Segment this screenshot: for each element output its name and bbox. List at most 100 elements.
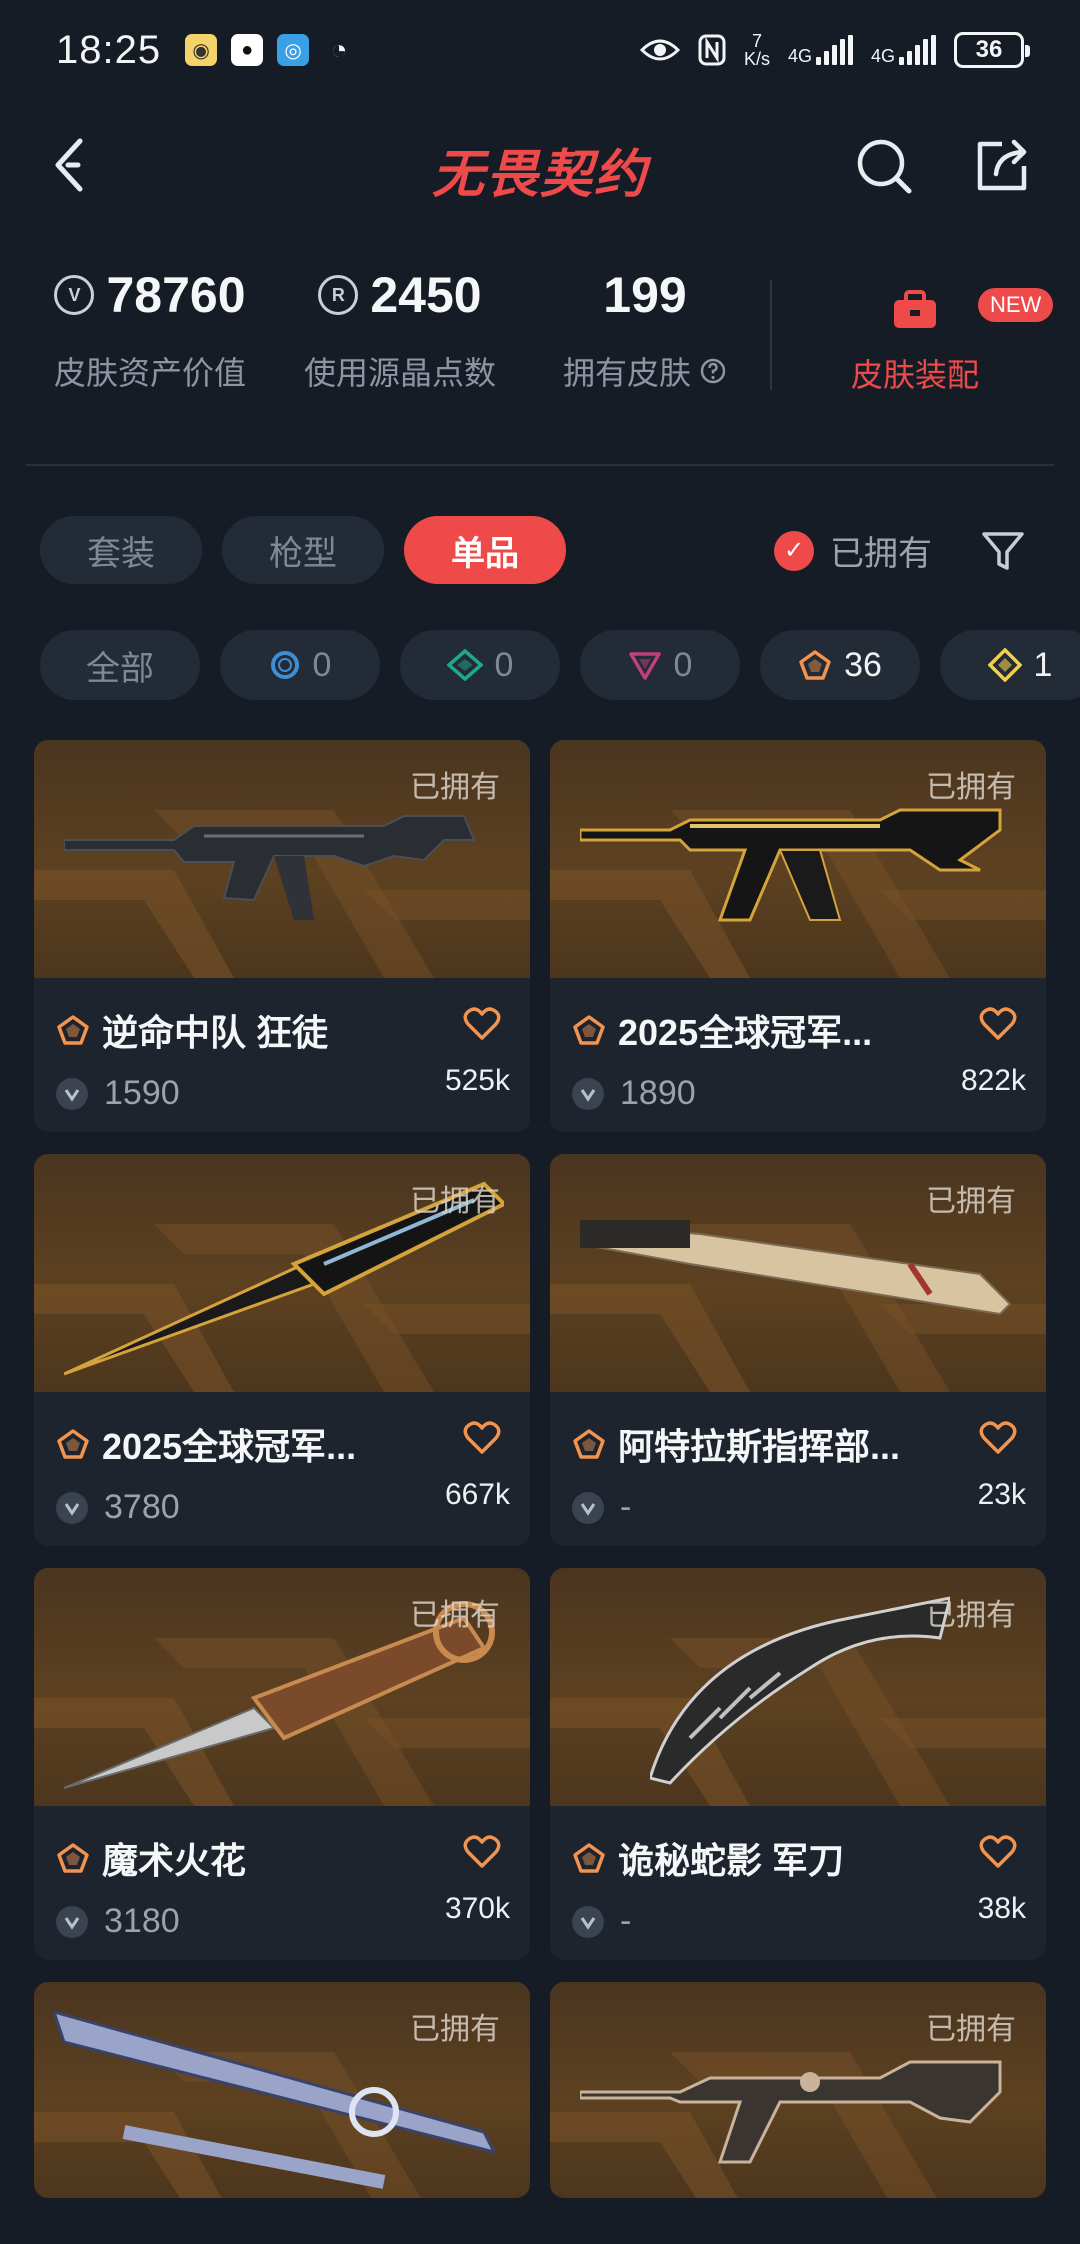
app-notification-icon: ◉	[185, 34, 218, 66]
exclusive-tier-icon	[573, 1429, 605, 1459]
valorant-points-icon: V	[54, 275, 95, 315]
heart-icon[interactable]	[978, 1004, 1018, 1044]
help-icon[interactable]	[699, 357, 727, 385]
skin-card[interactable]: 已拥有 逆命中队 狂徒 1590 525k	[34, 740, 530, 1132]
heart-icon[interactable]	[978, 1832, 1018, 1872]
tab-single-items[interactable]: 单品	[404, 516, 566, 584]
skin-name: 2025全球冠军...	[102, 1426, 357, 1467]
signal-bars-icon	[899, 35, 936, 65]
skin-card[interactable]: 已拥有 诡秘蛇影 军刀 - 38k	[550, 1568, 1046, 1960]
owned-filter-toggle[interactable]: ✓ 已拥有	[774, 526, 932, 575]
skin-card[interactable]: 已拥有 魔术火花 3180 370k	[34, 1568, 530, 1960]
skin-price: -	[572, 1488, 631, 1527]
skin-card[interactable]: 已拥有 2025全球冠军... 3780 667k	[34, 1154, 530, 1546]
premium-tier-icon	[628, 652, 661, 680]
like-count: 525k	[444, 1064, 510, 1097]
status-right: 7 K/s 4G 4G 36	[639, 31, 1030, 69]
skin-image: 已拥有	[34, 740, 530, 978]
net-speed: 7 K/s	[743, 31, 770, 69]
exclusive-tier-icon	[573, 1015, 605, 1045]
section-divider	[26, 464, 1054, 466]
speed-gauge-icon: ◔	[330, 34, 348, 65]
owned-tag: 已拥有	[410, 1599, 500, 1632]
skin-card[interactable]: 已拥有	[34, 1982, 530, 2198]
skin-card[interactable]: 已拥有	[550, 1982, 1046, 2198]
skin-price: 3180	[56, 1902, 180, 1941]
category-tabs: 套装 枪型 单品	[40, 516, 566, 584]
skin-name: 阿特拉斯指挥部...	[618, 1426, 901, 1467]
tab-bundles[interactable]: 套装	[40, 516, 202, 584]
heart-icon[interactable]	[462, 1418, 502, 1458]
exclusive-tier-icon	[57, 1429, 89, 1459]
filter-icon	[982, 532, 1024, 570]
chip-premium-tier[interactable]: 0	[580, 630, 740, 700]
valorant-points-icon	[56, 1491, 88, 1524]
chip-all[interactable]: 全部	[40, 630, 200, 700]
like-count: 667k	[444, 1478, 510, 1511]
loadout-icon: NEW	[890, 288, 1054, 330]
skin-name: 诡秘蛇影 军刀	[618, 1840, 845, 1881]
like-count: 370k	[444, 1892, 510, 1925]
skin-card[interactable]: 已拥有 2025全球冠军... 1890 822k	[550, 740, 1046, 1132]
skin-price: -	[572, 1902, 631, 1941]
status-app-icons: ◉ ● ◎ ◔	[185, 34, 355, 66]
valorant-points-icon	[572, 1905, 604, 1938]
radianite-icon: R	[318, 275, 359, 315]
eye-icon	[639, 39, 680, 61]
skin-loadout-button[interactable]: NEW 皮肤装配	[830, 260, 1054, 396]
skin-info: 魔术火花 3180 370k	[34, 1806, 530, 1960]
share-button[interactable]	[970, 134, 1034, 198]
skin-name: 逆命中队 狂徒	[102, 1012, 329, 1053]
owned-tag: 已拥有	[410, 1185, 500, 1218]
skin-image: 已拥有	[550, 740, 1046, 978]
skin-info: 2025全球冠军... 3780 667k	[34, 1392, 530, 1546]
signal-1: 4G	[788, 35, 853, 65]
heart-icon[interactable]	[462, 1004, 502, 1044]
filter-button[interactable]	[978, 526, 1028, 576]
stats-panel: V 78760 皮肤资产价值 R 2450 使用源晶点数 199 拥有皮肤 NEW …	[0, 260, 1080, 410]
chip-deluxe-tier[interactable]: 0	[400, 630, 560, 700]
skin-price: 1890	[572, 1074, 696, 1113]
skin-card[interactable]: 已拥有 阿特拉斯指挥部... - 23k	[550, 1154, 1046, 1546]
owned-tag: 已拥有	[926, 2013, 1016, 2046]
like-count: 23k	[977, 1478, 1026, 1511]
skin-name: 魔术火花	[102, 1840, 247, 1881]
exclusive-tier-icon	[799, 650, 831, 680]
knife-skin-icon	[580, 1220, 1012, 1316]
chip-ultra-tier[interactable]: 1	[940, 630, 1080, 700]
valorant-points-icon	[56, 1077, 88, 1110]
like-count: 822k	[960, 1064, 1026, 1097]
new-badge: NEW	[978, 288, 1054, 322]
search-button[interactable]	[852, 134, 916, 198]
heart-icon[interactable]	[462, 1832, 502, 1872]
nfc-icon	[698, 34, 726, 66]
stats-divider	[770, 280, 772, 390]
skin-image: 已拥有	[550, 1568, 1046, 1806]
select-tier-icon	[270, 651, 299, 679]
chip-select-tier[interactable]: 0	[220, 630, 380, 700]
checkmark-icon: ✓	[774, 530, 814, 571]
stat-asset-value: V 78760 皮肤资产价值	[53, 267, 246, 391]
skin-info: 逆命中队 狂徒 1590 525k	[34, 978, 530, 1132]
skin-image: 已拥有	[550, 1982, 1046, 2198]
valorant-points-icon	[572, 1491, 604, 1524]
tab-weapon-type[interactable]: 枪型	[222, 516, 384, 584]
signal-2: 4G	[871, 35, 936, 65]
ultra-tier-icon	[987, 648, 1022, 682]
valorant-points-icon	[56, 1905, 88, 1938]
skin-image: 已拥有	[550, 1154, 1046, 1392]
status-bar: 18:25 ◉ ● ◎ ◔ 7 K/s 4G 4G 36	[0, 0, 1080, 100]
rarity-filter-chips: 全部 0 0 0 36 1	[40, 630, 1080, 700]
deluxe-tier-icon	[446, 649, 483, 681]
chip-exclusive-tier[interactable]: 36	[760, 630, 920, 700]
qq-icon: ●	[231, 34, 264, 66]
skin-image: 已拥有	[34, 1982, 530, 2198]
exclusive-tier-icon	[57, 1843, 89, 1873]
battery-indicator: 36	[954, 32, 1030, 68]
owned-tag: 已拥有	[926, 1185, 1016, 1218]
exclusive-tier-icon	[573, 1843, 605, 1873]
heart-icon[interactable]	[978, 1418, 1018, 1458]
browser-icon: ◎	[277, 34, 310, 66]
status-time: 18:25	[56, 27, 162, 72]
signal-bars-icon	[815, 35, 853, 65]
